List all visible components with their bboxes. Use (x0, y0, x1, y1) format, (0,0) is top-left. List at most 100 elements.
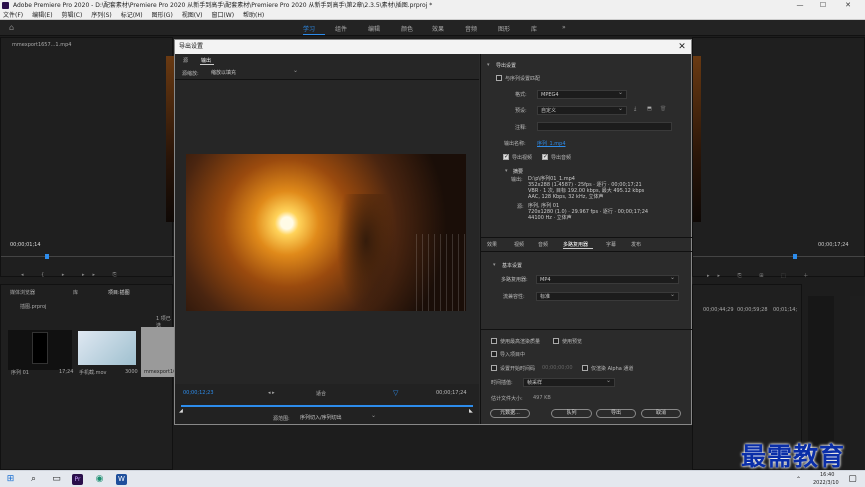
dialog-title-bar: 导出设置 ✕ (175, 40, 691, 54)
menu-help[interactable]: 帮助(H) (243, 12, 264, 19)
cancel-button[interactable]: 取消 (641, 409, 681, 418)
program-scrub-bar[interactable] (693, 256, 865, 257)
tab-source[interactable]: 源 (183, 57, 188, 64)
menu-graphics[interactable]: 图形(G) (151, 12, 172, 19)
notification-icon[interactable]: ▢ (847, 474, 858, 485)
tab-media-browser[interactable]: 媒体浏览器 (10, 289, 35, 296)
start-timecode-value[interactable]: 00;00;00;00 (542, 365, 573, 371)
program-transport-controls[interactable]: ▸▸ ⎘ ⊞ ⬚ ＋ (707, 272, 857, 279)
project-item-thumb[interactable] (78, 331, 136, 365)
workspace-libraries[interactable]: 库 (531, 24, 537, 33)
export-video-checkbox[interactable] (503, 153, 509, 160)
menu-edit[interactable]: 编辑(E) (32, 12, 52, 19)
tab-video[interactable]: 视频 (514, 241, 524, 248)
fit-dropdown[interactable]: 适合 (316, 390, 326, 397)
playhead-marker-icon[interactable]: ▽ (393, 389, 398, 397)
menu-file[interactable]: 文件(F) (3, 12, 23, 19)
project-item-thumb[interactable] (8, 330, 72, 370)
source-monitor-tab[interactable]: mmexport1657...1.mp4 (12, 42, 71, 48)
metadata-button[interactable]: 元数据... (490, 409, 530, 418)
dialog-close-button[interactable]: ✕ (677, 41, 687, 53)
workspace-learn[interactable]: 学习 (303, 24, 315, 33)
export-preview-pane: 源 输出 源缩放: 缩放以填充 00;00;12;23 ◂ ▸ 适合 ▽ 00;… (175, 54, 479, 424)
task-view-icon[interactable]: ▭ (51, 474, 62, 485)
premiere-taskbar-icon[interactable]: Pr (72, 474, 83, 485)
word-taskbar-icon[interactable]: W (116, 474, 127, 485)
use-previews-checkbox[interactable] (553, 338, 559, 344)
stream-compat-dropdown[interactable]: 标准 (536, 291, 679, 301)
search-icon[interactable]: ⌕ (28, 474, 39, 485)
program-timecode: 00;00;17;24 (818, 242, 849, 248)
project-item-duration: 17;24 (59, 369, 74, 375)
workspace-audio[interactable]: 音频 (465, 24, 477, 33)
tray-icons[interactable]: ⌃ (793, 474, 804, 485)
tab-audio[interactable]: 音频 (538, 241, 548, 248)
match-sequence-checkbox[interactable] (496, 75, 502, 81)
source-transport-controls[interactable]: ◂ { ▸ ▸▸ ⎘ (21, 272, 151, 278)
source-monitor-panel: mmexport1657...1.mp4 00;00;01;14 ◂ { ▸ ▸… (0, 37, 174, 278)
tab-output[interactable]: 输出 (201, 57, 211, 64)
workspace-editing[interactable]: 编辑 (368, 24, 380, 33)
export-button[interactable]: 导出 (596, 409, 636, 418)
multiplexer-dropdown[interactable]: MP4 (536, 274, 679, 284)
source-range-dropdown[interactable]: 序列切入/序列切出 (297, 412, 379, 423)
tab-libraries[interactable]: 库 (73, 289, 78, 296)
comments-input[interactable] (537, 122, 672, 131)
playhead-timecode[interactable]: 00;00;12;23 (183, 390, 214, 396)
collapse-chevron-icon[interactable]: ▾ (487, 62, 490, 68)
maximize-button[interactable]: ☐ (812, 0, 834, 11)
export-audio-checkbox[interactable] (542, 153, 548, 160)
preset-label: 预设: (515, 108, 527, 114)
prev-next-icons[interactable]: ◂ ▸ (268, 390, 275, 396)
match-sequence-label: 与序列设置匹配 (505, 76, 541, 82)
program-playhead[interactable] (793, 254, 797, 259)
basic-settings-chevron-icon[interactable]: ▾ (493, 262, 496, 268)
workspace-effects[interactable]: 效果 (432, 24, 444, 33)
project-panel: 媒体浏览器 库 项目:插图 插图.prproj 1 项已选 序列 01 17;2… (0, 284, 187, 470)
start-windows-icon[interactable]: ⊞ (5, 474, 16, 485)
tab-project[interactable]: 项目:插图 (108, 289, 130, 296)
clock-date[interactable]: 2022/3/10 (813, 480, 839, 486)
export-settings-header: 导出设置 (496, 63, 517, 69)
in-point-handle-icon[interactable]: ◢ (179, 408, 183, 414)
save-preset-icon[interactable]: ⤓ (634, 106, 636, 112)
timeline-ruler-label: 00;01;14; (773, 307, 798, 313)
tab-captions[interactable]: 字幕 (606, 241, 616, 248)
export-preview-video (186, 154, 466, 311)
menu-clip[interactable]: 剪辑(C) (61, 12, 82, 19)
workspace-color[interactable]: 颜色 (401, 24, 413, 33)
max-render-quality-checkbox[interactable] (491, 338, 497, 344)
source-playhead[interactable] (45, 254, 49, 259)
export-range-bar[interactable] (181, 405, 473, 407)
delete-preset-icon[interactable]: 🗑 (660, 106, 666, 112)
menu-marker[interactable]: 标记(M) (121, 12, 143, 19)
set-start-timecode-checkbox[interactable] (491, 365, 497, 371)
minimize-button[interactable]: — (789, 0, 811, 11)
output-name-link[interactable]: 序列_1.mp4 (537, 140, 566, 147)
close-window-button[interactable]: ✕ (837, 0, 859, 11)
file-size-value: 497 KB (533, 395, 551, 401)
home-icon[interactable]: ⌂ (9, 24, 17, 32)
queue-button[interactable]: 队列 (551, 409, 592, 418)
tab-output-underline (200, 64, 214, 65)
menu-view[interactable]: 视图(V) (182, 12, 203, 19)
import-preset-icon[interactable]: ⬒ (647, 106, 652, 112)
edge-browser-icon[interactable]: ◉ (94, 474, 105, 485)
menu-sequence[interactable]: 序列(S) (91, 12, 112, 19)
source-scaling-dropdown[interactable]: 缩放以填充 (208, 67, 301, 78)
format-dropdown[interactable]: MPEG4 (537, 89, 627, 99)
import-into-project-checkbox[interactable] (491, 351, 497, 357)
tab-effects[interactable]: 效果 (487, 241, 497, 248)
source-scrub-bar[interactable] (1, 256, 174, 257)
workspace-graphics[interactable]: 图形 (498, 24, 510, 33)
preset-dropdown[interactable]: 自定义 (537, 105, 627, 115)
render-alpha-checkbox[interactable] (582, 365, 588, 371)
tab-multiplexer[interactable]: 多路复用器 (563, 241, 588, 248)
menu-window[interactable]: 窗口(W) (211, 12, 234, 19)
out-point-handle-icon[interactable]: ◣ (469, 408, 473, 414)
workspace-assembly[interactable]: 组件 (335, 24, 347, 33)
workspace-more-icon[interactable]: » (562, 24, 566, 31)
summary-chevron-icon[interactable]: ▾ (505, 168, 508, 174)
time-interp-dropdown[interactable]: 帧采样 (523, 377, 615, 387)
tab-publish[interactable]: 发布 (631, 241, 641, 248)
